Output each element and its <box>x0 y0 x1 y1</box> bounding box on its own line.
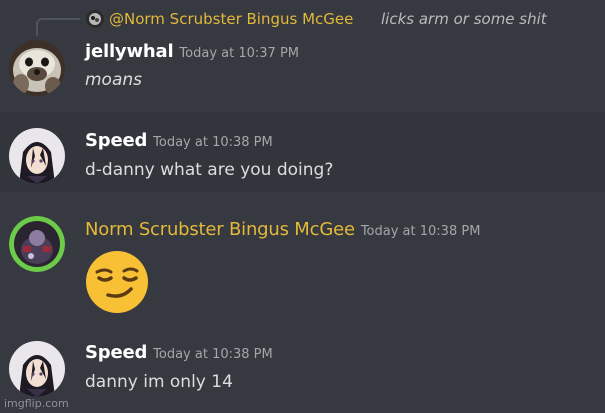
timestamp: Today at 10:38 PM <box>360 224 481 239</box>
username[interactable]: Speed <box>85 342 147 363</box>
seal-avatar-icon[interactable] <box>9 40 65 96</box>
message-speed-1: Speed Today at 10:38 PM d-danny what are … <box>0 112 605 192</box>
username[interactable]: Norm Scrubster Bingus McGee <box>85 219 355 240</box>
timestamp: Today at 10:38 PM <box>153 135 273 150</box>
message-norm: Norm Scrubster Bingus McGee Today at 10:3… <box>0 192 605 327</box>
message-text: d-danny what are you doing? <box>85 160 334 180</box>
gamer-avatar-icon[interactable] <box>9 216 65 272</box>
message-header: Speed Today at 10:38 PM <box>85 130 273 151</box>
message-header: jellywhal Today at 10:37 PM <box>85 41 299 62</box>
reply-spine <box>36 18 80 36</box>
anime-girl-avatar-icon[interactable] <box>9 128 65 184</box>
chat-log: @Norm Scrubster Bingus McGee licks arm o… <box>0 0 605 413</box>
message-header: Speed Today at 10:38 PM <box>85 342 273 363</box>
reply-mention[interactable]: @Norm Scrubster Bingus McGee <box>109 10 353 28</box>
reply-avatar-icon <box>86 10 104 28</box>
timestamp: Today at 10:38 PM <box>153 347 273 362</box>
watermark: imgflip.com <box>4 397 69 410</box>
message-header: Norm Scrubster Bingus McGee Today at 10:3… <box>85 219 480 240</box>
timestamp: Today at 10:37 PM <box>179 46 299 61</box>
message-text: danny im only 14 <box>85 372 233 392</box>
message-text: moans <box>85 70 143 90</box>
reply-reference[interactable]: @Norm Scrubster Bingus McGee licks arm o… <box>0 0 605 36</box>
anime-girl-avatar-icon[interactable] <box>9 341 65 397</box>
message-jellywhal: @Norm Scrubster Bingus McGee licks arm o… <box>0 0 605 112</box>
smirking-face-emoji <box>84 249 150 315</box>
message-speed-2: Speed Today at 10:38 PM danny im only 14 <box>0 327 605 413</box>
username[interactable]: jellywhal <box>85 41 174 62</box>
username[interactable]: Speed <box>85 130 147 151</box>
reply-text: licks arm or some shit <box>381 10 547 28</box>
